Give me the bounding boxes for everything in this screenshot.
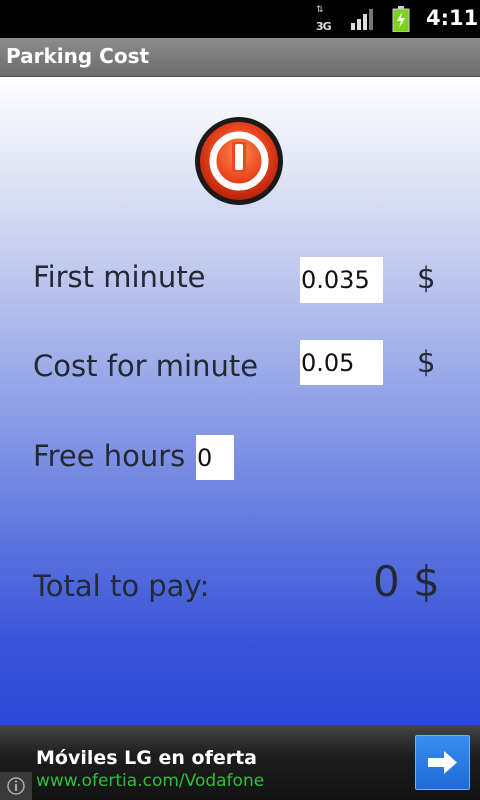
first-minute-label: First minute: [33, 260, 206, 294]
ad-banner[interactable]: Móviles LG en oferta www.ofertia.com/Vod…: [0, 725, 480, 800]
cost-per-minute-currency: $: [417, 345, 436, 379]
ad-headline[interactable]: Móviles LG en oferta: [36, 747, 257, 769]
network-type-label: 3G: [316, 20, 332, 33]
cost-per-minute-label: Cost for minute: [33, 349, 259, 383]
free-hours-input[interactable]: [196, 435, 234, 480]
free-hours-label: Free hours: [33, 439, 186, 473]
app-title: Parking Cost: [6, 44, 150, 68]
app-title-bar: Parking Cost: [0, 38, 480, 77]
arrow-right-icon: [428, 751, 457, 774]
total-value: 0 $: [373, 557, 440, 606]
signal-strength-icon: [351, 9, 373, 30]
power-button[interactable]: [194, 116, 284, 206]
status-clock: 4:11: [426, 6, 479, 30]
main-content: First minute $ Cost for minute $ Free ho…: [0, 77, 480, 725]
status-bar: ⇅ 3G 4:11: [0, 0, 480, 38]
battery-charging-icon: [392, 6, 410, 32]
first-minute-currency: $: [417, 261, 436, 295]
ad-open-button[interactable]: [415, 735, 470, 790]
ad-info-button[interactable]: [0, 772, 32, 800]
power-icon: [195, 117, 283, 205]
info-icon: [7, 777, 25, 795]
ad-url[interactable]: www.ofertia.com/Vodafone: [36, 771, 264, 791]
network-3g-icon: ⇅ 3G: [316, 5, 332, 34]
cost-per-minute-input[interactable]: [300, 340, 383, 385]
total-label: Total to pay:: [33, 569, 210, 603]
first-minute-input[interactable]: [300, 257, 383, 303]
